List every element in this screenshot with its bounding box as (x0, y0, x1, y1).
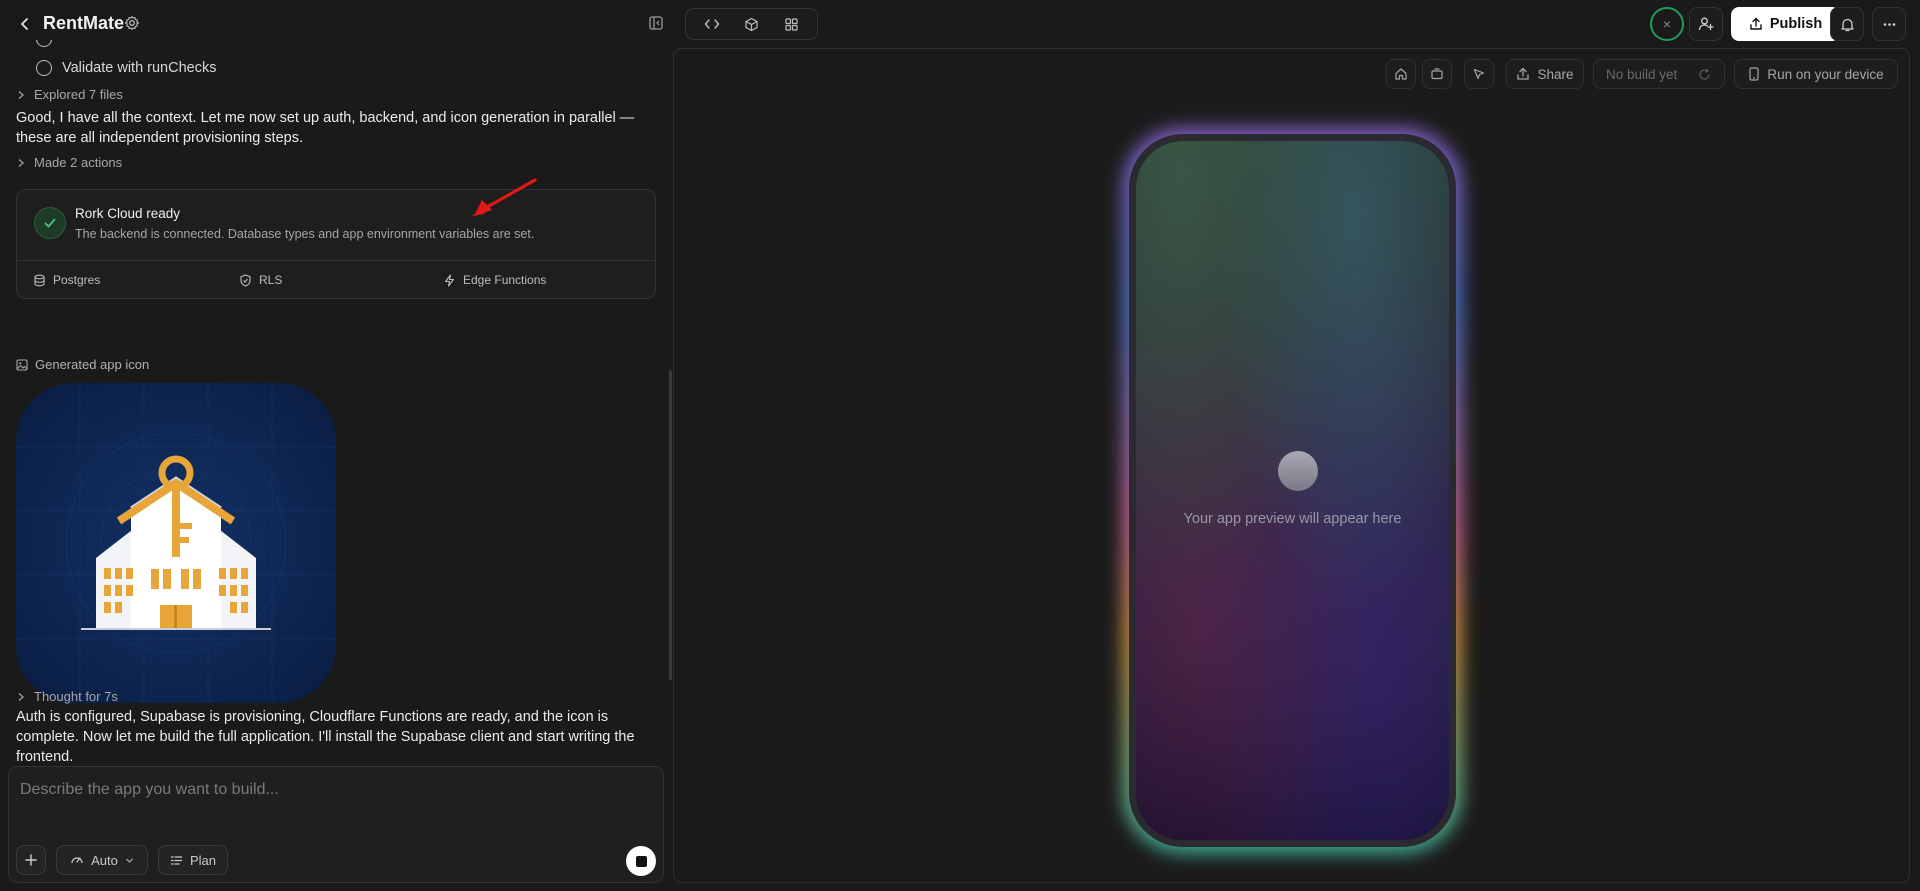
grid-icon (785, 17, 798, 31)
inspect-button[interactable] (1464, 59, 1494, 89)
feature-label: RLS (259, 273, 283, 287)
explored-files-label: Explored 7 files (34, 87, 123, 102)
back-button[interactable] (14, 13, 36, 35)
cloud-status-card: Rork Cloud ready The backend is connecte… (16, 189, 656, 299)
feature-rls: RLS (239, 273, 282, 287)
attach-button[interactable] (16, 845, 46, 875)
plan-label: Plan (189, 852, 217, 868)
cube-icon (745, 17, 758, 31)
app-icon-artwork (16, 383, 336, 703)
check-icon (44, 218, 56, 228)
assistant-message: Auth is configured, Supabase is provisio… (16, 709, 635, 765)
run-device-label: Run on your device (1767, 66, 1884, 82)
home-button[interactable] (1386, 59, 1416, 89)
thought-label: Thought for 7s (34, 689, 118, 704)
plan-toggle[interactable]: Plan (158, 845, 228, 875)
chevron-down-icon (125, 858, 133, 863)
actions-label: Made 2 actions (34, 155, 123, 170)
project-settings-button[interactable] (124, 15, 140, 31)
share-button[interactable]: Share (1506, 59, 1584, 89)
code-icon (704, 19, 720, 29)
refresh-icon (1699, 68, 1710, 80)
generated-icon-header: Generated app icon (16, 357, 149, 372)
todo-item-partial (36, 40, 52, 47)
generated-app-icon-image (16, 383, 336, 703)
composer: Auto Plan (8, 766, 664, 883)
feature-label: Edge Functions (463, 273, 547, 287)
tab-package[interactable] (734, 12, 768, 36)
notifications-button[interactable] (1830, 7, 1864, 41)
run-on-device-button[interactable]: Run on your device (1734, 59, 1898, 89)
preview-placeholder-text: Your app preview will appear here (1183, 511, 1402, 527)
view-mode-tabs (685, 8, 818, 40)
assistant-message: Good, I have all the context. Let me now… (16, 110, 635, 146)
chat-scrollbar[interactable] (669, 370, 672, 680)
tab-grid[interactable] (774, 12, 808, 36)
share-icon (1517, 67, 1530, 80)
tab-code[interactable] (695, 12, 729, 36)
card-subtitle: The backend is connected. Database types… (75, 227, 535, 241)
gear-icon (124, 15, 140, 31)
todo-label: Validate with runChecks (62, 60, 217, 76)
prompt-input[interactable] (20, 781, 640, 799)
rotate-device-icon (1431, 68, 1443, 80)
chat-panel: RentMate Validate with runChecks Explore… (0, 0, 672, 891)
user-add-icon (1698, 17, 1714, 31)
phone-frame: Your app preview will appear here (1129, 134, 1456, 847)
rotate-button[interactable] (1422, 59, 1452, 89)
gauge-icon (71, 857, 83, 864)
generated-icon-label: Generated app icon (35, 357, 150, 372)
image-icon (16, 358, 28, 371)
thought-toggle[interactable]: Thought for 7s (16, 689, 118, 704)
publish-label: Publish (1769, 16, 1823, 32)
bell-icon (1840, 18, 1854, 31)
shield-check-icon (240, 273, 251, 287)
divider (17, 260, 655, 261)
circle-icon (36, 40, 52, 47)
share-label: Share (1537, 66, 1574, 82)
sidebar-toggle-button[interactable] (648, 15, 666, 33)
lightning-icon (444, 273, 455, 287)
smartphone-icon (1749, 67, 1759, 81)
circle-icon (36, 60, 52, 76)
feature-postgres: Postgres (33, 273, 100, 287)
model-select[interactable]: Auto (56, 845, 148, 875)
phone-screen[interactable]: Your app preview will appear here (1136, 141, 1449, 840)
stop-icon (635, 855, 647, 867)
home-icon (1395, 68, 1407, 80)
loading-dot (1278, 451, 1318, 491)
model-label: Auto (91, 852, 118, 868)
plus-icon (25, 854, 37, 866)
annotation-arrow-icon (472, 178, 537, 216)
explored-files-toggle[interactable]: Explored 7 files (16, 87, 123, 102)
stop-generation-button[interactable] (626, 846, 656, 876)
list-icon (170, 855, 183, 865)
chevron-left-icon (21, 18, 28, 30)
feature-label: Postgres (53, 273, 101, 287)
more-options-button[interactable] (1872, 7, 1906, 41)
upload-icon (1750, 17, 1762, 30)
chevron-right-icon (18, 90, 25, 99)
app-title: RentMate (43, 13, 125, 33)
build-status: No build yet (1593, 59, 1725, 89)
actions-toggle[interactable]: Made 2 actions (16, 155, 122, 170)
card-title: Rork Cloud ready (75, 206, 181, 221)
invite-button[interactable] (1689, 7, 1723, 41)
panel-collapse-icon (649, 16, 663, 30)
chevron-right-icon (18, 158, 25, 167)
chevron-right-icon (18, 692, 25, 701)
status-indicator[interactable]: × (1650, 7, 1684, 41)
cursor-icon (1473, 68, 1485, 80)
chat-scroll-area[interactable]: Validate with runChecks Explored 7 files… (0, 40, 670, 766)
build-status-label: No build yet (1606, 66, 1678, 82)
feature-edge-functions: Edge Functions (443, 273, 546, 287)
database-icon (34, 274, 45, 286)
todo-item: Validate with runChecks (36, 60, 216, 76)
close-icon: × (1662, 16, 1672, 32)
success-badge (34, 207, 66, 239)
more-horizontal-icon (1883, 22, 1895, 26)
device-preview: Your app preview will appear here (1123, 128, 1462, 853)
publish-button[interactable]: Publish (1731, 7, 1840, 41)
